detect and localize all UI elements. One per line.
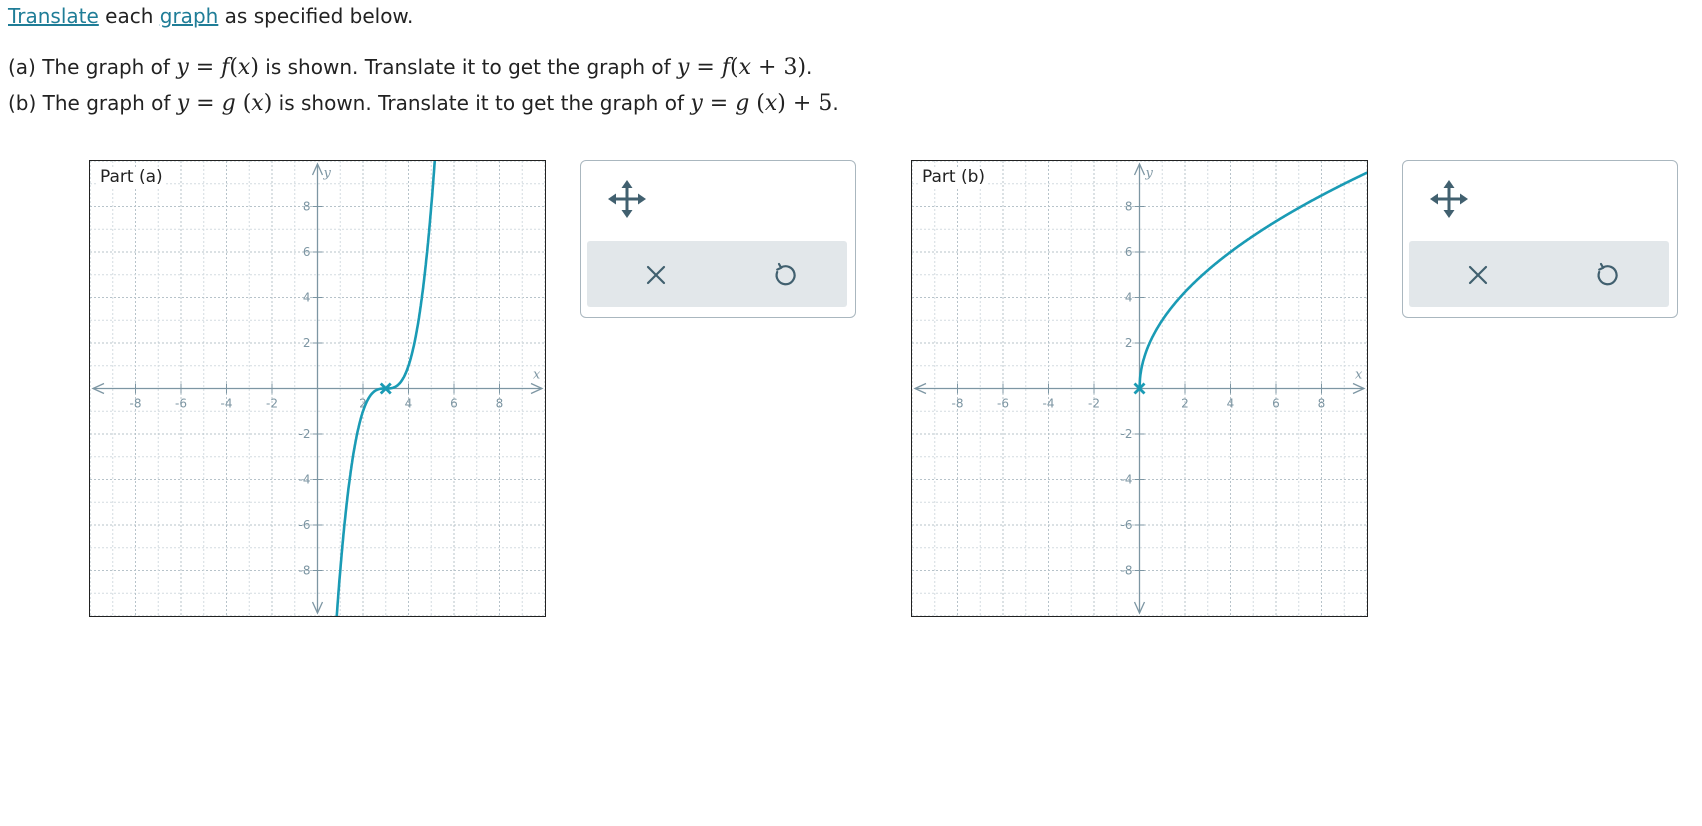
instructions: Translate each graph as specified below.: [8, 4, 413, 28]
y-axis-label: y: [323, 166, 332, 181]
x-tick-label: 4: [1227, 397, 1235, 411]
x-tick-label: -8: [952, 397, 964, 411]
intro-text-2: as specified below.: [218, 4, 414, 28]
problem-b-target: y = g (x) + 5: [690, 91, 833, 116]
y-tick-label: -6: [299, 518, 311, 532]
x-tick-label: -2: [1088, 397, 1100, 411]
close-icon[interactable]: [1461, 258, 1495, 292]
y-tick-label: 8: [303, 200, 311, 214]
close-icon[interactable]: [639, 258, 673, 292]
x-axis-label: x: [1355, 368, 1363, 383]
action-bar-a: [587, 241, 847, 307]
y-tick-label: 2: [303, 336, 311, 350]
x-tick-label: 2: [1181, 397, 1189, 411]
y-tick-label: 8: [1125, 200, 1133, 214]
x-tick-label: -8: [130, 397, 142, 411]
graph-part-b[interactable]: x y -8 -6 -4 -2 2 4 6 8 8 6 4 2 -2 -4 -6 -8 Part (b): [911, 160, 1368, 617]
y-tick-label: -4: [1121, 473, 1133, 487]
y-tick-label: 4: [303, 291, 311, 305]
y-tick-label: 2: [1125, 336, 1133, 350]
problem-b-given: y = g (x): [176, 91, 273, 116]
x-tick-label: -2: [266, 397, 278, 411]
problem-a-middle: is shown. Translate it to get the graph …: [258, 55, 677, 79]
x-tick-label: -4: [221, 397, 233, 411]
intro-text-1: each: [98, 4, 160, 28]
x-tick-label: 8: [496, 397, 504, 411]
y-tick-label: 6: [1125, 245, 1133, 259]
x-tick-label: -6: [997, 397, 1009, 411]
y-tick-label: -8: [1121, 564, 1133, 578]
y-tick-label: -2: [1121, 427, 1133, 441]
y-tick-label: 4: [1125, 291, 1133, 305]
move-arrows-icon[interactable]: [1429, 179, 1469, 219]
y-tick-label: 6: [303, 245, 311, 259]
y-tick-label: -6: [1121, 518, 1133, 532]
x-tick-label: 6: [450, 397, 458, 411]
problem-b: (b) The graph of y = g (x) is shown. Tra…: [8, 91, 839, 116]
y-axis-label: y: [1145, 166, 1154, 181]
problem-a: (a) The graph of y = f(x) is shown. Tran…: [8, 55, 813, 80]
problem-a-prefix: (a) The graph of: [8, 55, 177, 79]
graph-a-canvas[interactable]: xy-8 -6 -4 -2 2 4 6 88642-2-4-6-8: [90, 161, 545, 616]
action-bar-b: [1409, 241, 1669, 307]
move-arrows-icon[interactable]: [607, 179, 647, 219]
problem-a-given: y = f(x): [176, 55, 259, 80]
translate-link[interactable]: Translate: [8, 4, 99, 28]
undo-icon[interactable]: [1590, 258, 1624, 292]
part-a-label: Part (a): [98, 167, 165, 187]
x-tick-label: 6: [1272, 397, 1280, 411]
problem-a-target: y = f(x + 3): [676, 55, 807, 80]
part-b-label: Part (b): [920, 167, 988, 187]
y-tick-label: -4: [299, 473, 311, 487]
x-tick-label: -6: [175, 397, 187, 411]
y-tick-label: -8: [299, 564, 311, 578]
problem-b-prefix: (b) The graph of: [8, 91, 177, 115]
tool-panel-b: [1402, 160, 1678, 318]
graph-link[interactable]: graph: [160, 4, 219, 28]
x-tick-label: 4: [405, 397, 413, 411]
graph-part-a[interactable]: x y -8 -6 -4 -2 2 4 6 8 8 6 4 2 -2 -4 -6 -8 Part (a): [89, 160, 546, 617]
y-tick-label: -2: [299, 427, 311, 441]
tool-panel-a: [580, 160, 856, 318]
undo-icon[interactable]: [768, 258, 802, 292]
problem-b-middle: is shown. Translate it to get the graph …: [272, 91, 691, 115]
x-tick-label: -4: [1043, 397, 1055, 411]
x-tick-label: 8: [1318, 397, 1326, 411]
graph-b-canvas[interactable]: x y -8 -6 -4 -2 2 4 6 8 8 6 4 2 -2 -4 -6 -8: [912, 161, 1367, 616]
x-axis-label: x: [533, 368, 541, 383]
